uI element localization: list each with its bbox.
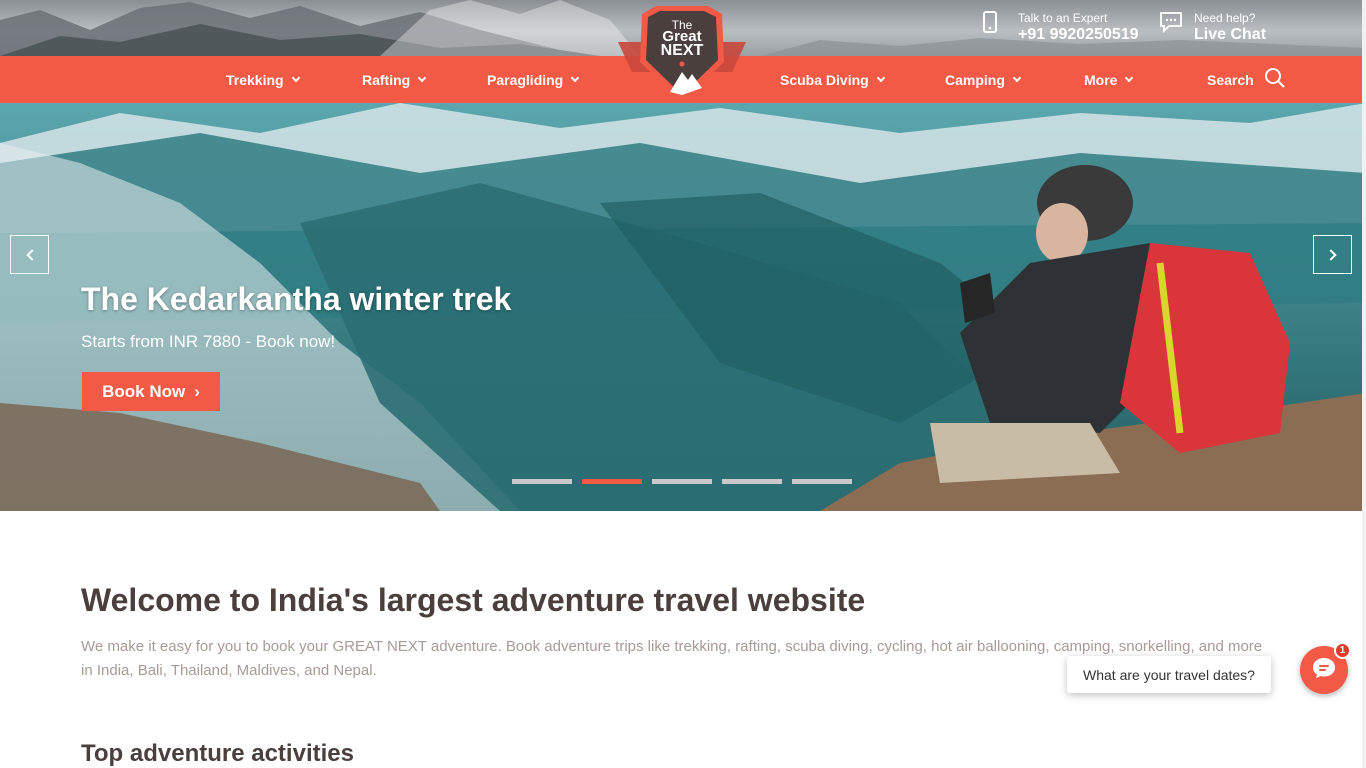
expert-contact[interactable]: Talk to an Expert +91 9920250519	[983, 11, 1139, 45]
live-chat-link[interactable]: Live Chat	[1194, 25, 1266, 45]
carousel-dot-active[interactable]	[582, 479, 642, 484]
chat-icon	[1159, 12, 1185, 43]
nav-camping[interactable]: Camping	[945, 56, 1022, 103]
nav-label: More	[1084, 71, 1118, 88]
chat-prompt-bubble[interactable]: What are your travel dates?	[1067, 656, 1271, 693]
carousel-next-button[interactable]	[1313, 235, 1352, 274]
phone-icon	[983, 11, 1009, 43]
chevron-right-icon: ›	[194, 381, 200, 401]
chevron-down-icon	[417, 73, 427, 82]
nav-label: Rafting	[362, 71, 411, 88]
section-heading: Top adventure activities	[81, 740, 354, 767]
chat-notification-badge: 1	[1334, 642, 1351, 659]
nav-rafting[interactable]: Rafting	[362, 56, 427, 103]
book-now-label: Book Now	[102, 381, 186, 401]
nav-more[interactable]: More	[1084, 56, 1134, 103]
chevron-down-icon	[1012, 73, 1022, 82]
chat-prompt-text: What are your travel dates?	[1083, 666, 1255, 683]
help-contact[interactable]: Need help? Live Chat	[1159, 11, 1266, 45]
book-now-button[interactable]: Book Now ›	[82, 372, 220, 411]
nav-label: Paragliding	[487, 71, 564, 88]
nav-label: Trekking	[226, 71, 284, 88]
search-button[interactable]: Search	[1207, 56, 1286, 103]
chevron-left-icon	[25, 248, 38, 261]
chevron-down-icon	[876, 73, 885, 82]
carousel-indicators	[512, 479, 852, 484]
carousel-dot[interactable]	[722, 479, 782, 484]
help-label: Need help?	[1194, 11, 1256, 25]
chevron-down-icon	[291, 73, 300, 82]
carousel-prev-button[interactable]	[10, 235, 49, 274]
expert-phone[interactable]: +91 9920250519	[1018, 25, 1139, 45]
site-logo[interactable]: The Great NEXT	[612, 2, 752, 108]
expert-label: Talk to an Expert	[1018, 11, 1108, 25]
nav-scuba-diving[interactable]: Scuba Diving	[780, 56, 885, 103]
hero-title: The Kedarkantha winter trek	[81, 281, 512, 317]
hero-carousel: The Kedarkantha winter trek Starts from …	[0, 103, 1366, 511]
chat-bubble-icon	[1311, 656, 1337, 685]
chevron-right-icon	[1324, 248, 1337, 261]
page-scrollbar[interactable]	[1362, 0, 1366, 768]
carousel-dot[interactable]	[512, 479, 572, 484]
search-icon	[1264, 67, 1286, 92]
nav-label: Scuba Diving	[780, 71, 869, 88]
chevron-down-icon	[570, 73, 580, 82]
carousel-dot[interactable]	[652, 479, 712, 484]
chevron-down-icon	[1125, 73, 1134, 82]
hero-subtitle: Starts from INR 7880 - Book now!	[81, 332, 336, 351]
nav-label: Camping	[945, 71, 1005, 88]
nav-paragliding[interactable]: Paragliding	[487, 56, 580, 103]
nav-trekking[interactable]: Trekking	[226, 56, 300, 103]
carousel-dot[interactable]	[792, 479, 852, 484]
logo-text-next: NEXT	[660, 42, 704, 59]
search-label: Search	[1207, 71, 1254, 88]
welcome-heading: Welcome to India's largest adventure tra…	[81, 582, 866, 618]
